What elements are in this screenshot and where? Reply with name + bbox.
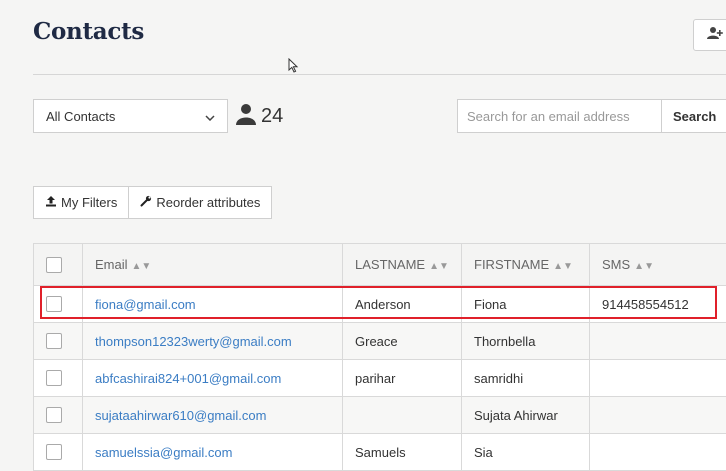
- lastname-cell: [343, 397, 462, 434]
- table-row[interactable]: samuelssia@gmail.com Samuels Sia: [34, 434, 726, 471]
- row-checkbox[interactable]: [46, 333, 62, 349]
- firstname-cell: Sia: [462, 434, 590, 471]
- person-icon: [236, 103, 256, 130]
- sms-cell: [590, 323, 726, 360]
- add-contact-button[interactable]: [693, 19, 726, 51]
- row-checkbox[interactable]: [46, 370, 62, 386]
- table-row[interactable]: sujataahirwar610@gmail.com Sujata Ahirwa…: [34, 397, 726, 434]
- sms-cell: [590, 434, 726, 471]
- search-button[interactable]: Search: [661, 99, 726, 133]
- email-link[interactable]: sujataahirwar610@gmail.com: [83, 397, 343, 434]
- column-header-label: Email: [95, 257, 128, 272]
- row-checkbox-cell: [34, 323, 83, 360]
- firstname-cell: Thornbella: [462, 323, 590, 360]
- row-checkbox-cell: [34, 360, 83, 397]
- column-header-sms[interactable]: SMS ▲▼: [590, 244, 726, 286]
- select-all-checkbox[interactable]: [46, 257, 62, 273]
- column-header-email[interactable]: Email ▲▼: [83, 244, 343, 286]
- sort-icon: ▲▼: [634, 261, 654, 272]
- table-header-row: Email ▲▼ LASTNAME ▲▼ FIRSTNAME ▲▼ SMS ▲▼: [34, 244, 726, 286]
- column-header-lastname[interactable]: LASTNAME ▲▼: [343, 244, 462, 286]
- header-divider: [33, 74, 726, 75]
- sort-icon: ▲▼: [132, 261, 152, 272]
- column-header-label: FIRSTNAME: [474, 257, 549, 272]
- row-checkbox[interactable]: [46, 407, 62, 423]
- lastname-cell: Greace: [343, 323, 462, 360]
- column-header-firstname[interactable]: FIRSTNAME ▲▼: [462, 244, 590, 286]
- firstname-cell: Fiona: [462, 286, 590, 323]
- email-link[interactable]: abfcashirai824+001@gmail.com: [83, 360, 343, 397]
- email-link[interactable]: thompson12323werty@gmail.com: [83, 323, 343, 360]
- add-user-icon: [707, 26, 723, 45]
- table-row[interactable]: thompson12323werty@gmail.com Greace Thor…: [34, 323, 726, 360]
- table-row[interactable]: fiona@gmail.com Anderson Fiona 914458554…: [34, 286, 726, 323]
- my-filters-button[interactable]: My Filters: [34, 187, 128, 218]
- sms-cell: [590, 397, 726, 434]
- mouse-cursor-icon: [288, 58, 299, 78]
- contact-list-select[interactable]: All Contacts: [33, 99, 228, 133]
- reorder-attributes-button[interactable]: Reorder attributes: [128, 187, 271, 218]
- sms-cell: 914458554512: [590, 286, 726, 323]
- row-checkbox-cell: [34, 397, 83, 434]
- lastname-cell: Samuels: [343, 434, 462, 471]
- sms-cell: [590, 360, 726, 397]
- table-toolbar: My Filters Reorder attributes: [33, 186, 272, 219]
- firstname-cell: Sujata Ahirwar: [462, 397, 590, 434]
- email-search-input[interactable]: [457, 99, 662, 133]
- chevron-down-icon: [205, 109, 215, 124]
- wrench-icon: [140, 195, 152, 210]
- reorder-attributes-label: Reorder attributes: [156, 195, 260, 210]
- email-link[interactable]: samuelssia@gmail.com: [83, 434, 343, 471]
- column-header-label: LASTNAME: [355, 257, 425, 272]
- sort-icon: ▲▼: [553, 261, 573, 272]
- contacts-table: Email ▲▼ LASTNAME ▲▼ FIRSTNAME ▲▼ SMS ▲▼ fio…: [33, 243, 726, 471]
- lastname-cell: Anderson: [343, 286, 462, 323]
- page-title: Contacts: [33, 18, 144, 45]
- row-checkbox[interactable]: [46, 444, 62, 460]
- row-checkbox-cell: [34, 434, 83, 471]
- lastname-cell: parihar: [343, 360, 462, 397]
- contact-count-value: 24: [261, 105, 283, 128]
- contact-list-select-value: All Contacts: [46, 109, 115, 124]
- sort-icon: ▲▼: [429, 261, 449, 272]
- contact-count: 24: [236, 103, 283, 130]
- my-filters-label: My Filters: [61, 195, 117, 210]
- email-link[interactable]: fiona@gmail.com: [83, 286, 343, 323]
- firstname-cell: samridhi: [462, 360, 590, 397]
- upload-icon: [45, 195, 57, 210]
- row-checkbox-cell: [34, 286, 83, 323]
- row-checkbox[interactable]: [46, 296, 62, 312]
- column-header-label: SMS: [602, 257, 630, 272]
- table-row[interactable]: abfcashirai824+001@gmail.com parihar sam…: [34, 360, 726, 397]
- select-all-cell: [34, 244, 83, 286]
